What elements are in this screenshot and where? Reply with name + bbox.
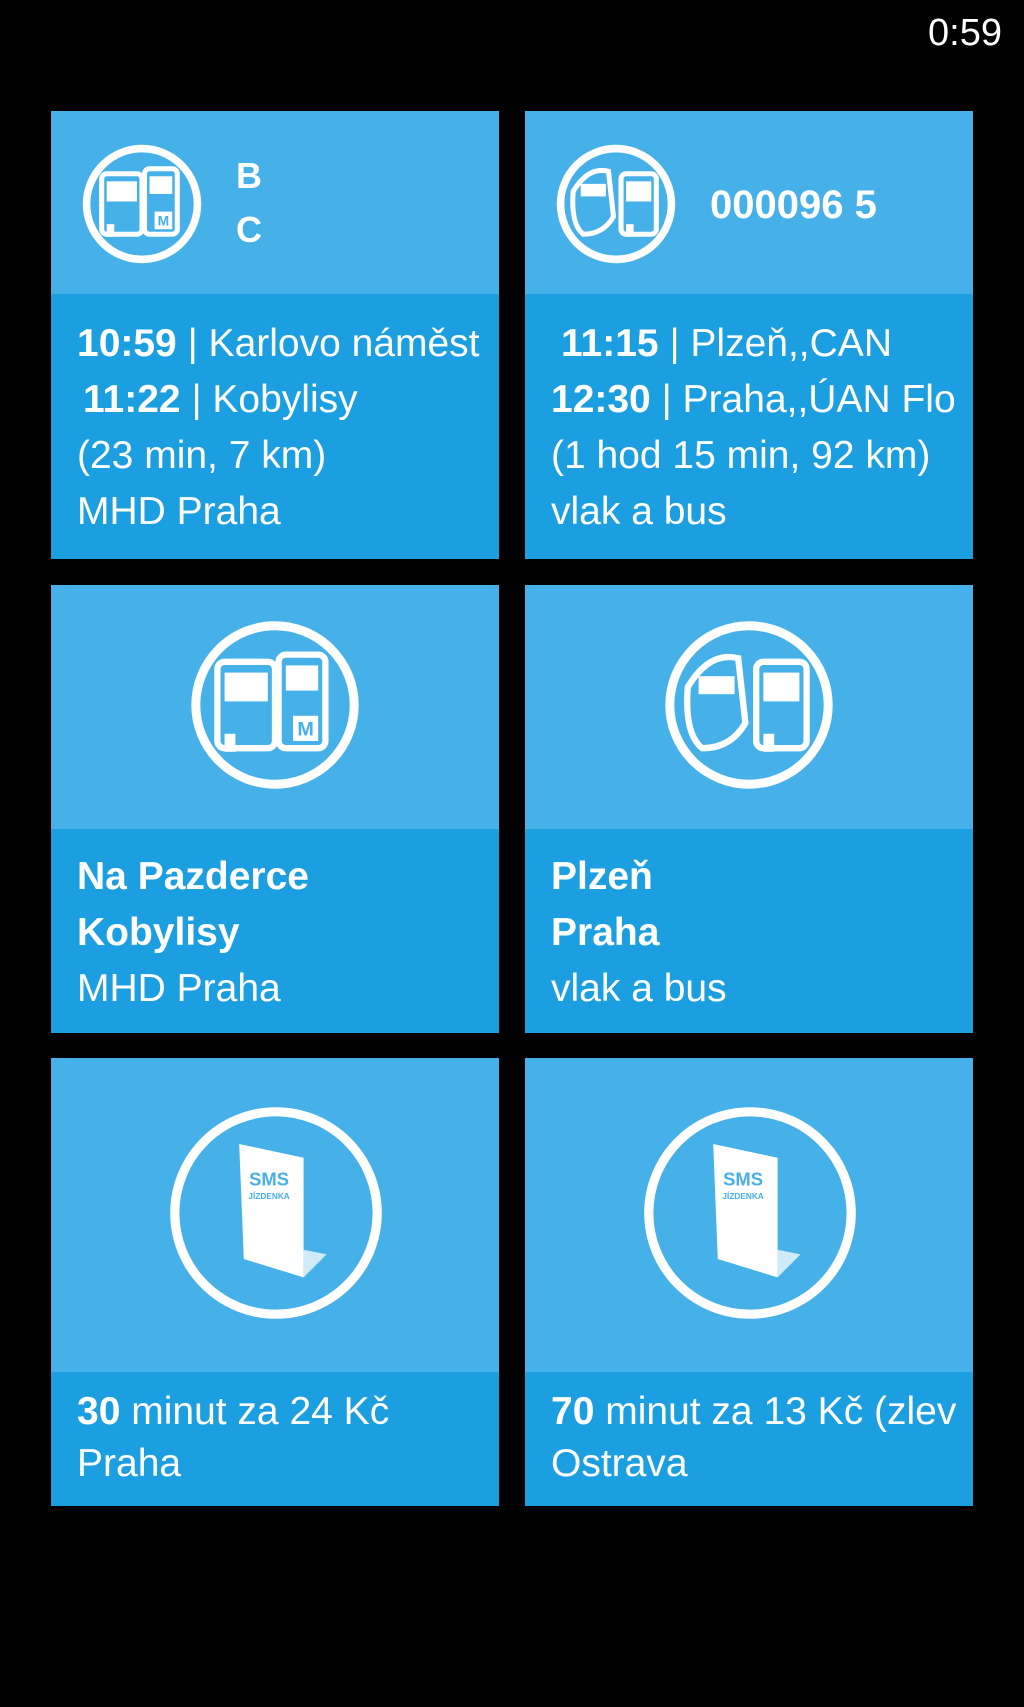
- from-stop: Plzeň: [551, 855, 653, 898]
- network-name: MHD Praha: [77, 967, 281, 1010]
- tile-details: 11:15 | Plzeň,,CAN 12:30 | Praha,,ÚAN Fl…: [525, 294, 973, 559]
- tile-search-vlak-bus[interactable]: Plzeň Praha vlak a bus: [525, 585, 973, 1033]
- network-name: MHD Praha: [77, 490, 281, 533]
- train-bus-icon: [665, 621, 833, 789]
- tile-header: 000096 5: [525, 111, 973, 294]
- sms-ticket-icon: SMS JÍZDENKA: [170, 1107, 382, 1319]
- sms-sub-label: JÍZDENKA: [722, 1191, 763, 1201]
- arrival-stop: | Praha,,ÚAN Flo: [661, 378, 956, 421]
- tile-details: 10:59 | Karlovo náměst 11:22 | Kobylisy …: [51, 294, 499, 559]
- sms-sub-label: JÍZDENKA: [248, 1191, 289, 1201]
- ticket-price: minut za 24 Kč: [131, 1390, 390, 1433]
- arrival-time: 11:22: [83, 378, 181, 421]
- status-time: 0:59: [928, 12, 1002, 54]
- trip-duration: (1 hod 15 min, 92 km): [551, 434, 931, 477]
- tile-sms-ticket-ostrava[interactable]: SMS JÍZDENKA 70 minut za 13 Kč (zlev Ost…: [525, 1058, 973, 1506]
- bus-metro-icon: M: [191, 621, 359, 789]
- route-line-1: B: [236, 155, 262, 196]
- tile-header: M B C: [51, 111, 499, 294]
- sms-label: SMS: [723, 1168, 763, 1189]
- network-name: vlak a bus: [551, 490, 727, 533]
- tile-route-mhd-praha[interactable]: M B C 10:59 | Karlovo náměst 11:22 | Kob…: [51, 111, 499, 559]
- ticket-city: Praha: [77, 1442, 182, 1485]
- sms-label: SMS: [249, 1168, 289, 1189]
- arrival-time: 12:30: [551, 378, 651, 421]
- trip-duration: (23 min, 7 km): [77, 434, 327, 477]
- tile-details: Na Pazderce Kobylisy MHD Praha: [51, 829, 499, 1033]
- departure-stop: | Karlovo náměst: [187, 322, 480, 365]
- sms-ticket-icon: SMS JÍZDENKA: [644, 1107, 856, 1319]
- svg-text:M: M: [158, 212, 170, 228]
- tile-header: SMS JÍZDENKA: [525, 1058, 973, 1372]
- train-bus-icon: [556, 144, 676, 264]
- tile-header: [525, 585, 973, 829]
- tile-details: Plzeň Praha vlak a bus: [525, 829, 973, 1033]
- departure-time: 10:59: [77, 322, 177, 365]
- ticket-price: minut za 13 Kč (zlev: [605, 1390, 957, 1433]
- tile-search-mhd-praha[interactable]: M Na Pazderce Kobylisy MHD Praha: [51, 585, 499, 1033]
- tile-route-vlak-bus[interactable]: 000096 5 11:15 | Plzeň,,CAN 12:30 | Prah…: [525, 111, 973, 559]
- from-stop: Na Pazderce: [77, 855, 309, 898]
- ticket-minutes: 30: [77, 1390, 121, 1433]
- to-stop: Kobylisy: [77, 911, 240, 954]
- network-name: vlak a bus: [551, 967, 727, 1010]
- route-line-2: C: [236, 209, 262, 250]
- ticket-minutes: 70: [551, 1390, 595, 1433]
- tile-header: SMS JÍZDENKA: [51, 1058, 499, 1372]
- bus-metro-icon: M: [82, 144, 202, 264]
- departure-time: 11:15: [561, 322, 659, 365]
- arrival-stop: | Kobylisy: [191, 378, 358, 421]
- tile-header: M: [51, 585, 499, 829]
- tile-details: 70 minut za 13 Kč (zlev Ostrava: [525, 1372, 973, 1506]
- departure-stop: | Plzeň,,CAN: [669, 322, 892, 365]
- ticket-city: Ostrava: [551, 1442, 688, 1485]
- tile-sms-ticket-praha[interactable]: SMS JÍZDENKA 30 minut za 24 Kč Praha: [51, 1058, 499, 1506]
- train-number: 000096 5: [710, 183, 877, 227]
- svg-text:M: M: [297, 719, 313, 741]
- tile-details: 30 minut za 24 Kč Praha: [51, 1372, 499, 1506]
- to-stop: Praha: [551, 911, 660, 954]
